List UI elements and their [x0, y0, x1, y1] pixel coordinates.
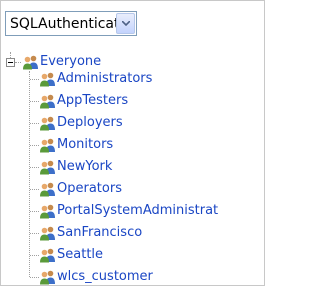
tree-node-label: wlcs_customer [57, 269, 153, 284]
tree-node-label: Operators [57, 181, 122, 196]
tree-connector [30, 167, 39, 168]
group-icon [40, 204, 55, 219]
tree-node-label: Everyone [40, 54, 102, 69]
tree-node-label: Seattle [57, 247, 104, 262]
group-icon [40, 182, 55, 197]
group-icon [40, 248, 55, 263]
group-icon [40, 116, 55, 131]
tree-connector [30, 255, 39, 256]
tree-node-label: AppTesters [57, 93, 129, 108]
group-icon [23, 55, 38, 70]
tree-node-label: Administrators [57, 71, 153, 86]
tree-connector [30, 277, 39, 278]
tree-connector [30, 79, 39, 80]
group-icon [40, 138, 55, 153]
tree-connector [30, 145, 39, 146]
tree-node-label: PortalSystemAdministrat [57, 203, 219, 218]
group-icon [40, 226, 55, 241]
collapse-toggle[interactable] [6, 58, 15, 67]
tree-connector [30, 123, 39, 124]
group-icon [40, 160, 55, 175]
group-icon [40, 72, 55, 87]
group-tree: Everyone Administrators AppTesters Deplo… [1, 1, 267, 288]
tree-node-label: Monitors [57, 137, 114, 152]
group-icon [40, 94, 55, 109]
tree-connector [30, 233, 39, 234]
tree-connector [30, 101, 39, 102]
tree-connector [15, 62, 21, 63]
group-tree-panel: SQLAuthenticator Everyone Administrators… [0, 0, 265, 286]
tree-connector [30, 211, 39, 212]
tree-node-label: NewYork [57, 159, 113, 174]
tree-connector [30, 189, 39, 190]
tree-node-label: SanFrancisco [57, 225, 143, 240]
group-icon [40, 270, 55, 285]
tree-node-label: Deployers [57, 115, 123, 130]
